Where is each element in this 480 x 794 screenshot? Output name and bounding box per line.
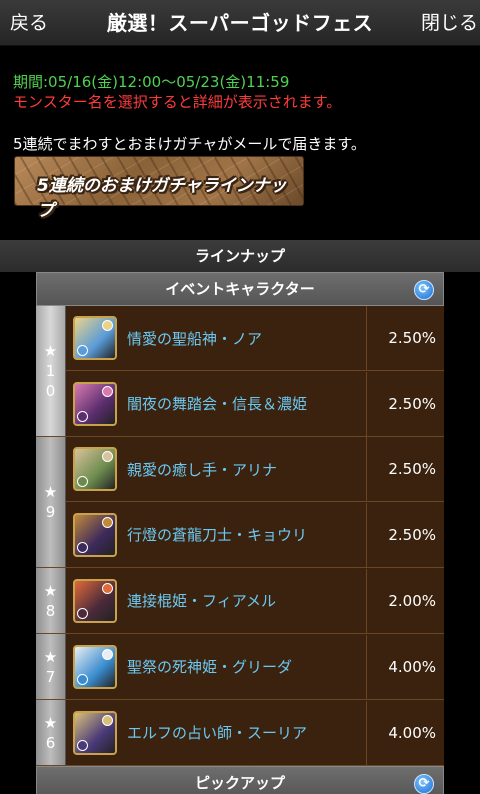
drop-rate: 4.00%	[366, 700, 444, 765]
event-character-title: イベントキャラクター	[165, 280, 315, 298]
character-name-link[interactable]: エルフの占い師・スーリア	[117, 722, 366, 743]
star-icon: ★	[43, 342, 58, 360]
character-row[interactable]: 親愛の癒し手・アリナ 2.50%	[66, 437, 444, 502]
attribute-orb-icon	[77, 673, 88, 685]
rarity-digit: 8	[45, 601, 56, 620]
pickup-section: ピックアップ ⟳	[36, 766, 444, 794]
star-icon: ★	[43, 647, 58, 666]
rarity-digit: 1	[45, 362, 56, 380]
rarity-label: ★ 9	[36, 437, 66, 567]
event-period: 期間:05/16(金)12:00〜05/23(金)11:59	[13, 73, 290, 91]
pickup-title: ピックアップ	[194, 774, 285, 792]
character-row[interactable]: 行燈の蒼龍刀士・キョウリ 2.50%	[66, 502, 444, 567]
bonus-lineup-banner[interactable]: 5連続のおまけガチャラインナップ	[14, 156, 304, 221]
rarity-group: ★ 6 エルフの占い師・スーリア 4.00%	[36, 700, 444, 766]
character-thumbnail[interactable]	[73, 644, 117, 689]
drop-rate: 2.00%	[366, 568, 444, 633]
attribute-orb-icon	[102, 320, 113, 331]
rarity-digit: 9	[45, 503, 56, 521]
pickup-header: ピックアップ ⟳	[36, 766, 444, 794]
attribute-orb-icon	[102, 451, 113, 462]
character-name-link[interactable]: 親愛の癒し手・アリナ	[117, 459, 366, 480]
close-button[interactable]: 閉じる	[421, 8, 478, 35]
character-name-link[interactable]: 闇夜の舞踏会・信長＆濃姫	[117, 393, 366, 414]
character-thumbnail[interactable]	[73, 512, 117, 557]
attribute-orb-icon	[77, 345, 88, 356]
attribute-orb-icon	[77, 541, 88, 553]
attribute-orb-icon	[77, 607, 88, 619]
character-thumbnail[interactable]	[73, 578, 117, 623]
drop-rate: 2.50%	[366, 306, 444, 370]
event-character-header: イベントキャラクター ⟳	[36, 272, 444, 306]
character-thumbnail[interactable]	[73, 710, 117, 755]
attribute-orb-icon	[102, 582, 113, 594]
rarity-label: ★ 1 0	[36, 306, 66, 436]
rarity-digit: 7	[45, 667, 56, 686]
character-thumbnail[interactable]	[73, 316, 117, 360]
star-icon: ★	[43, 581, 58, 600]
star-icon: ★	[43, 713, 58, 732]
drop-rate: 2.50%	[366, 371, 444, 436]
select-hint: モンスター名を選択すると詳細が表示されます。	[13, 93, 342, 111]
character-thumbnail[interactable]	[73, 447, 117, 491]
refresh-icon[interactable]: ⟳	[414, 774, 434, 794]
drop-rate: 2.50%	[366, 502, 444, 567]
star-icon: ★	[43, 483, 58, 501]
attribute-orb-icon	[102, 385, 113, 397]
rarity-label: ★ 8	[36, 568, 66, 633]
drop-rate: 4.00%	[366, 634, 444, 699]
rarity-label: ★ 6	[36, 700, 66, 765]
character-name-link[interactable]: 情愛の聖船神・ノア	[117, 328, 366, 349]
event-character-section: イベントキャラクター ⟳	[36, 272, 444, 306]
attribute-orb-icon	[77, 410, 88, 422]
rarity-label: ★ 7	[36, 634, 66, 699]
attribute-orb-icon	[102, 714, 113, 726]
character-name-link[interactable]: 聖祭の死神姫・グリーダ	[117, 656, 366, 677]
character-row[interactable]: エルフの占い師・スーリア 4.00%	[66, 700, 444, 765]
character-row[interactable]: 情愛の聖船神・ノア 2.50%	[66, 306, 444, 371]
attribute-orb-icon	[102, 516, 113, 528]
header-bar: 戻る 厳選！スーパーゴッドフェス 閉じる	[0, 0, 480, 46]
character-row[interactable]: 聖祭の死神姫・グリーダ 4.00%	[66, 634, 444, 699]
attribute-orb-icon	[77, 739, 88, 751]
rarity-group: ★ 9 親愛の癒し手・アリナ 2.50% 行燈の蒼龍刀士・キョウリ 2.50%	[36, 437, 444, 568]
lineup-header: ラインナップ	[0, 240, 480, 272]
bonus-lineup-banner-label: 5連続のおまけガチャラインナップ	[37, 176, 287, 221]
refresh-icon[interactable]: ⟳	[414, 280, 434, 300]
attribute-orb-icon	[102, 648, 113, 660]
bonus-note: 5連続でまわすとおまけガチャがメールで届きます。	[13, 135, 366, 153]
character-row[interactable]: 連接棍姫・フィアメル 2.00%	[66, 568, 444, 633]
character-name-link[interactable]: 行燈の蒼龍刀士・キョウリ	[117, 524, 366, 545]
character-thumbnail[interactable]	[73, 381, 117, 426]
attribute-orb-icon	[77, 476, 88, 487]
drop-rate: 2.50%	[366, 437, 444, 501]
event-info: 期間:05/16(金)12:00〜05/23(金)11:59 モンスター名を選択…	[13, 72, 366, 154]
character-name-link[interactable]: 連接棍姫・フィアメル	[117, 590, 366, 611]
rarity-digit: 0	[45, 382, 56, 400]
rarity-group: ★ 1 0 情愛の聖船神・ノア 2.50% 闇夜の舞踏会・信長＆濃姫 2.50%	[36, 306, 444, 437]
character-row[interactable]: 闇夜の舞踏会・信長＆濃姫 2.50%	[66, 371, 444, 436]
rarity-group: ★ 8 連接棍姫・フィアメル 2.00%	[36, 568, 444, 634]
page-title: 厳選！スーパーゴッドフェス	[106, 11, 374, 35]
character-list: ★ 1 0 情愛の聖船神・ノア 2.50% 闇夜の舞踏会・信長＆濃姫 2.50% ★ 9 親愛の癒…	[36, 306, 444, 766]
rarity-group: ★ 7 聖祭の死神姫・グリーダ 4.00%	[36, 634, 444, 700]
rarity-digit: 6	[45, 733, 56, 752]
